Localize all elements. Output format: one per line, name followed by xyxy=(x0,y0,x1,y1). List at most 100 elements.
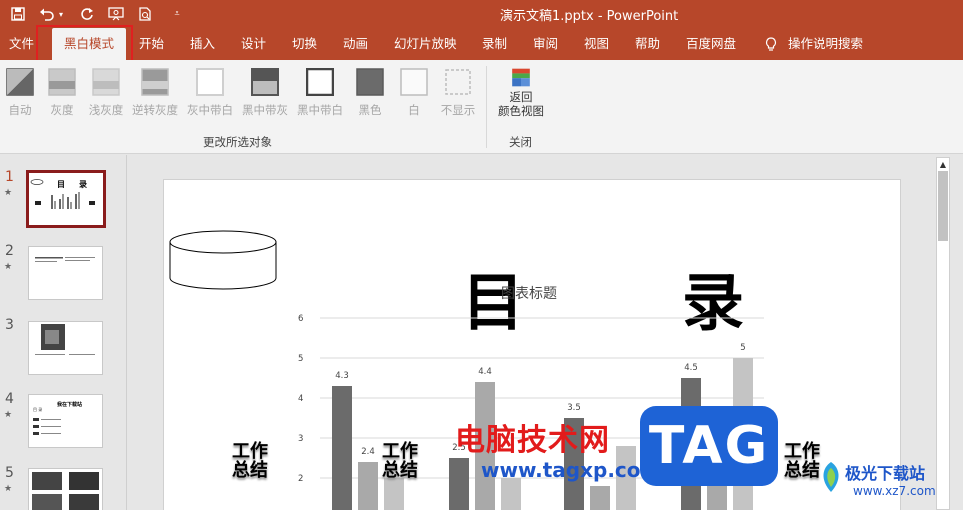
group-label-close: 关闭 xyxy=(509,135,532,149)
chart-title[interactable]: 图表标题 xyxy=(501,283,557,303)
auto-label: 自动 xyxy=(8,103,32,117)
scroll-up-icon[interactable]: ▲ xyxy=(936,157,950,171)
save-icon[interactable] xyxy=(9,4,27,24)
print-preview-icon[interactable] xyxy=(136,4,154,24)
slide-thumbnails-panel: 1 ★ 目 录 2 ★ 3 4 ★ 我在下载站 目 录 5 ★ xyxy=(0,155,126,510)
thumbnail-3-preview xyxy=(35,324,95,355)
auto-button[interactable]: 自动 xyxy=(5,66,35,118)
watermark-site-cn: 电脑技术网 xyxy=(455,423,610,458)
tab-baidu-netdisk[interactable]: 百度网盘 xyxy=(684,28,738,60)
y-tick-label: 4 xyxy=(298,394,303,404)
black-button[interactable]: 黑色 xyxy=(355,66,385,118)
slide-number-5: 5 xyxy=(5,465,14,481)
white-button[interactable]: 白 xyxy=(399,66,429,118)
thumbnail-4-preview: 我在下载站 目 录 xyxy=(33,401,82,435)
thumb1-right-char: 录 xyxy=(79,180,87,189)
slide-thumbnail-4[interactable]: 我在下载站 目 录 xyxy=(28,394,103,448)
slide-thumbnail-3[interactable] xyxy=(28,321,103,375)
group-separator xyxy=(486,66,487,148)
undo-dropdown-icon[interactable]: ▾ xyxy=(56,4,66,24)
return-label-line1: 返回 xyxy=(509,90,533,104)
thumbnail-2-preview xyxy=(35,257,95,262)
scrollbar-thumb[interactable] xyxy=(938,171,948,241)
thumb4-title: 我在下载站 xyxy=(57,401,82,408)
auto-mode-icon xyxy=(6,68,34,96)
slide-thumbnail-5[interactable] xyxy=(28,468,103,510)
tab-help[interactable]: 帮助 xyxy=(633,28,662,60)
tab-view[interactable]: 视图 xyxy=(582,28,611,60)
tab-insert[interactable]: 插入 xyxy=(188,28,217,60)
y-tick-label: 2 xyxy=(298,474,303,484)
thumbnail-1-preview: 目 录 xyxy=(30,179,95,209)
tab-black-white-mode[interactable]: 黑白模式 xyxy=(52,28,127,60)
bar-value-label: 4.3 xyxy=(335,371,349,381)
chart-bar[interactable] xyxy=(501,478,521,510)
tab-slideshow[interactable]: 幻灯片放映 xyxy=(392,28,459,60)
chart-bar[interactable] xyxy=(449,458,469,510)
chart-bar[interactable] xyxy=(358,462,378,510)
watermark-tag-logo: TAG xyxy=(640,406,778,486)
white-icon xyxy=(400,68,428,96)
inverse-grayscale-button[interactable]: 逆转灰度 xyxy=(130,66,180,118)
tab-record[interactable]: 录制 xyxy=(480,28,509,60)
tab-design[interactable]: 设计 xyxy=(239,28,268,60)
black-label: 黑色 xyxy=(358,103,382,117)
tab-review[interactable]: 审阅 xyxy=(531,28,560,60)
black-with-gray-button[interactable]: 黑中带灰 xyxy=(240,66,290,118)
undo-icon[interactable] xyxy=(38,4,56,24)
title-bar: ▾ ⩡ 演示文稿1.pptx - PowerPoint xyxy=(0,0,963,28)
dont-show-button[interactable]: 不显示 xyxy=(437,66,479,118)
dont-show-icon xyxy=(445,69,471,95)
animation-star-icon: ★ xyxy=(4,262,13,272)
vertical-scrollbar[interactable]: ▲ xyxy=(933,155,963,510)
inverse-grayscale-icon xyxy=(141,68,169,96)
return-to-color-view-button[interactable]: 返回 颜色视图 xyxy=(494,66,548,118)
slideshow-from-start-icon[interactable] xyxy=(107,4,125,24)
y-tick-label: 3 xyxy=(298,434,303,444)
slide-number-4: 4 xyxy=(5,391,14,407)
tab-home[interactable]: 开始 xyxy=(137,28,166,60)
chart-bar[interactable] xyxy=(384,478,404,510)
y-tick-label: 6 xyxy=(298,314,303,324)
dont-show-label: 不显示 xyxy=(440,103,476,117)
slide-number-3: 3 xyxy=(5,317,14,333)
bar-value-label: 4.4 xyxy=(478,367,492,377)
slide-thumbnail-1[interactable]: 目 录 xyxy=(26,170,106,228)
slide-number-1: 1 xyxy=(5,169,14,185)
color-view-icon xyxy=(512,68,530,87)
work-summary-right[interactable]: 工作 总结 xyxy=(784,442,820,480)
tab-animations[interactable]: 动画 xyxy=(341,28,370,60)
customize-quick-access-icon[interactable]: ⩡ xyxy=(168,4,186,24)
chart-bar[interactable] xyxy=(590,486,610,510)
slide-thumbnail-2[interactable] xyxy=(28,246,103,300)
group-label-change-selected: 更改所选对象 xyxy=(203,135,272,149)
bar-value-label: 5 xyxy=(740,343,745,353)
tab-file[interactable]: 文件 xyxy=(7,28,36,60)
redo-icon[interactable] xyxy=(78,4,96,24)
grayscale-button[interactable]: 灰度 xyxy=(47,66,77,118)
watermark-jiguang-name: 极光下载站 xyxy=(845,464,926,483)
black-icon xyxy=(356,68,384,96)
black-with-white-icon xyxy=(306,68,334,96)
return-label-line2: 颜色视图 xyxy=(498,104,544,118)
animation-star-icon: ★ xyxy=(4,188,13,198)
work-summary-middle[interactable]: 工作 总结 xyxy=(382,442,418,480)
work-summary-left[interactable]: 工作 总结 xyxy=(232,442,268,480)
thumb4-subtitle: 目 录 xyxy=(33,406,42,412)
ribbon-panel: 自动 灰度 浅灰度 逆转灰度 灰中带白 黑中带灰 黑中带白 黑色 白 不显示 更… xyxy=(0,60,963,154)
black-with-white-label: 黑中带白 xyxy=(297,103,343,117)
gray-with-white-label: 灰中带白 xyxy=(187,103,233,117)
chart-bar[interactable] xyxy=(332,386,352,510)
animation-star-icon: ★ xyxy=(4,484,13,494)
animation-star-icon: ★ xyxy=(4,410,13,420)
light-grayscale-button[interactable]: 浅灰度 xyxy=(86,66,126,118)
black-with-white-button[interactable]: 黑中带白 xyxy=(295,66,345,118)
gray-with-white-button[interactable]: 灰中带白 xyxy=(185,66,235,118)
tell-me-search[interactable]: 操作说明搜索 xyxy=(786,28,865,60)
grayscale-label: 灰度 xyxy=(50,103,74,117)
black-with-gray-icon xyxy=(251,68,279,96)
cylinder-shape[interactable] xyxy=(168,230,278,292)
tab-transitions[interactable]: 切换 xyxy=(290,28,319,60)
light-grayscale-label: 浅灰度 xyxy=(88,103,124,117)
watermark-jiguang-url: www.xz7.com xyxy=(853,484,936,498)
